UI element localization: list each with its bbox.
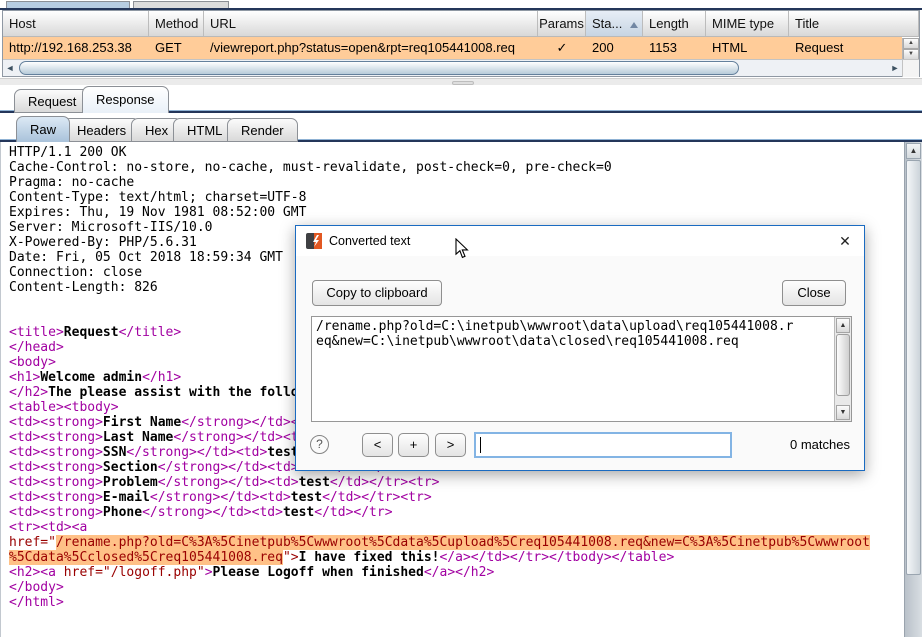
code-line: %5Cdata%5Cclosed%5Creq105441008.req">I h… [9, 550, 904, 565]
code-line: <td><strong>Phone</strong></td><td>test<… [9, 505, 904, 520]
scroll-right-icon[interactable]: ► [888, 61, 902, 76]
code-line: <td><strong>Problem</strong></td><td>tes… [9, 475, 904, 490]
column-header-status[interactable]: Sta... [586, 11, 643, 36]
close-icon[interactable]: ✕ [836, 232, 854, 250]
dialog-titlebar[interactable]: Converted text ✕ [296, 226, 864, 256]
split-pane-divider[interactable] [0, 78, 922, 85]
textarea-scroll-thumb[interactable] [836, 334, 850, 396]
tab-render[interactable]: Render [227, 118, 298, 142]
code-line: Expires: Thu, 19 Nov 1981 08:52:00 GMT [9, 205, 904, 220]
previous-match-button[interactable]: < [362, 433, 393, 457]
burp-suite-window: Host Method URL Params Sta... Length MIM… [0, 0, 922, 637]
vertical-scroll-thumb[interactable] [906, 160, 921, 575]
close-button[interactable]: Close [782, 280, 846, 306]
tab-raw[interactable]: Raw [16, 116, 70, 142]
horizontal-scroll-thumb[interactable] [19, 61, 739, 75]
column-header-method[interactable]: Method [149, 11, 204, 36]
search-field-wrap [474, 432, 732, 458]
editor-tabbar: Request Response [0, 85, 922, 113]
scroll-left-icon[interactable]: ◄ [3, 61, 17, 76]
converted-text-dialog: Converted text ✕ Copy to clipboard Close… [295, 225, 865, 471]
code-line: <td><strong>E-mail</strong></td><td>test… [9, 490, 904, 505]
response-vertical-scrollbar[interactable]: ▲ [904, 142, 922, 637]
scroll-up-icon[interactable]: ▲ [906, 143, 921, 159]
burp-app-icon [306, 233, 322, 249]
row-host: http://192.168.253.38 [3, 37, 149, 59]
tab-headers[interactable]: Headers [63, 118, 140, 142]
column-header-mime[interactable]: MIME type [706, 11, 789, 36]
status-column-label: Sta... [592, 16, 622, 31]
converted-text-line: /rename.php?old=C:\inetpub\wwwroot\data\… [316, 319, 831, 334]
code-line: HTTP/1.1 200 OK [9, 145, 904, 160]
tab-request[interactable]: Request [14, 89, 90, 113]
top-tab-stub-selected[interactable] [6, 1, 130, 8]
add-button[interactable]: + [398, 433, 429, 457]
column-header-url[interactable]: URL [204, 11, 538, 36]
table-horizontal-scrollbar[interactable]: ◄ ► [3, 59, 919, 76]
code-line: </html> [9, 595, 904, 610]
column-header-title[interactable]: Title [789, 11, 919, 36]
code-line: Pragma: no-cache [9, 175, 904, 190]
dialog-title: Converted text [329, 234, 410, 248]
history-table-header: Host Method URL Params Sta... Length MIM… [3, 11, 919, 37]
row-url: /viewreport.php?status=open&rpt=req10544… [204, 37, 538, 59]
converted-text-line: eq&new=C:\inetpub\wwwroot\data\closed\re… [316, 334, 831, 349]
tab-response[interactable]: Response [82, 86, 169, 113]
code-line: href="/rename.php?old=C%3A%5Cinetpub%5Cw… [9, 535, 904, 550]
code-line: <h2><a href="/logoff.php">Please Logoff … [9, 565, 904, 580]
text-caret [480, 437, 481, 453]
column-header-params[interactable]: Params [538, 11, 586, 36]
row-status: 200 [586, 37, 643, 59]
scroll-up-icon[interactable]: ▲ [836, 318, 850, 333]
mouse-cursor [455, 238, 469, 259]
view-tabbar: Raw Headers Hex HTML Render [0, 113, 922, 142]
help-icon[interactable]: ? [310, 435, 329, 454]
search-input[interactable] [474, 432, 732, 458]
code-line: Cache-Control: no-store, no-cache, must-… [9, 160, 904, 175]
http-history-table: Host Method URL Params Sta... Length MIM… [2, 10, 920, 77]
sort-ascending-icon [630, 22, 638, 28]
next-match-button[interactable]: > [435, 433, 466, 457]
column-header-host[interactable]: Host [3, 11, 149, 36]
scrollbar-corner [902, 60, 919, 77]
column-header-length[interactable]: Length [643, 11, 706, 36]
top-tab-stub[interactable] [133, 1, 229, 8]
copy-to-clipboard-button[interactable]: Copy to clipboard [312, 280, 442, 306]
row-title: Request [789, 37, 902, 59]
row-params-checkmark-icon: ✓ [538, 37, 586, 59]
textarea-scrollbar[interactable]: ▲ ▼ [834, 317, 851, 421]
code-line: <tr><td><a [9, 520, 904, 535]
row-mime: HTML [706, 37, 789, 59]
table-vertical-scrollbar[interactable]: ▲ ▼ [902, 38, 919, 60]
scroll-down-icon[interactable]: ▼ [836, 405, 850, 420]
history-row-selected[interactable]: http://192.168.253.38 GET /viewreport.ph… [3, 37, 902, 59]
scroll-up-icon[interactable]: ▲ [903, 38, 919, 49]
converted-textarea-content: /rename.php?old=C:\inetpub\wwwroot\data\… [316, 319, 831, 349]
code-line: </body> [9, 580, 904, 595]
row-length: 1153 [643, 37, 706, 59]
code-line: Content-Type: text/html; charset=UTF-8 [9, 190, 904, 205]
top-tabbar-partial [0, 0, 922, 10]
row-method: GET [149, 37, 204, 59]
converted-textarea[interactable]: /rename.php?old=C:\inetpub\wwwroot\data\… [311, 316, 852, 422]
match-count-label: 0 matches [790, 437, 850, 452]
dialog-search-bar: ? < + > 0 matches [296, 432, 866, 460]
